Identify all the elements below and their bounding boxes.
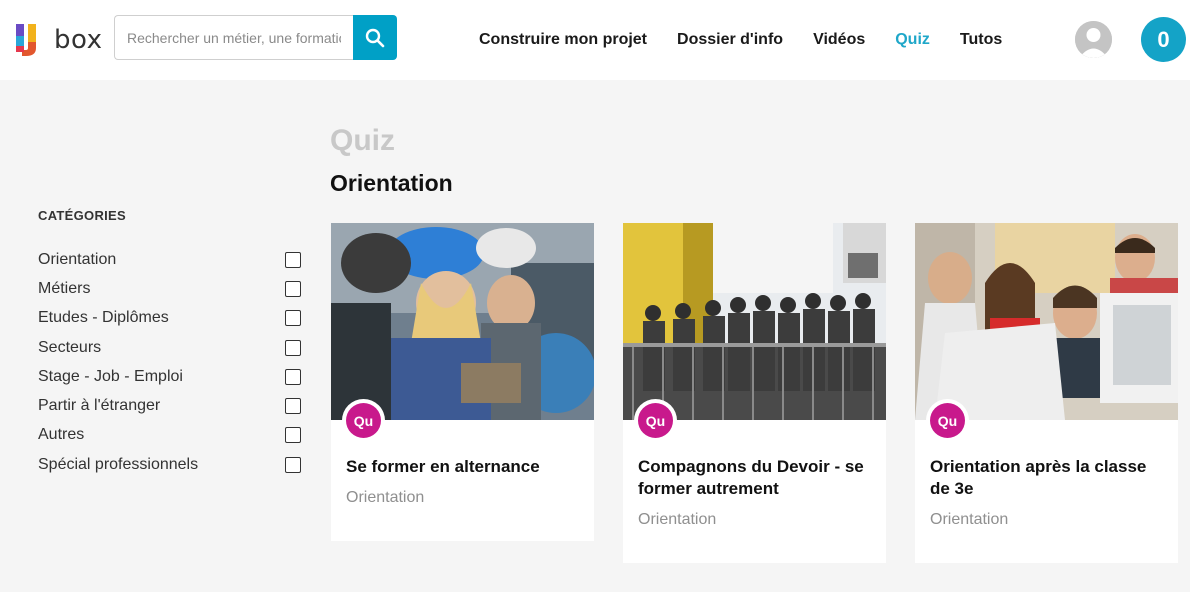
category-etudes-diplomes[interactable]: Etudes - Diplômes <box>38 304 302 333</box>
category-label: Etudes - Diplômes <box>38 309 169 327</box>
category-checkbox[interactable] <box>285 280 301 297</box>
category-partir-etranger[interactable]: Partir à l'étranger <box>38 391 302 420</box>
quiz-card[interactable]: Qu Compagnons du Devoir - se former autr… <box>623 223 886 563</box>
category-checkbox[interactable] <box>285 368 301 385</box>
site-logo[interactable]: box <box>14 20 104 60</box>
card-category: Orientation <box>346 489 425 506</box>
category-orientation[interactable]: Orientation <box>38 245 302 274</box>
main-nav: Construire mon projet Dossier d'info Vid… <box>479 0 1032 80</box>
top-header: box Construire mon projet Dossier d'info… <box>0 0 1190 80</box>
categories-list: Orientation Métiers Etudes - Diplômes Se… <box>38 245 302 479</box>
card-image <box>623 223 886 420</box>
category-checkbox[interactable] <box>285 310 301 327</box>
search-input[interactable] <box>114 15 353 60</box>
page-subtitle: Orientation <box>330 170 453 196</box>
category-label: Spécial professionnels <box>38 455 199 473</box>
quiz-badge: Qu <box>346 403 381 438</box>
category-label: Stage - Job - Emploi <box>38 367 183 385</box>
card-image <box>915 223 1178 420</box>
category-label: Partir à l'étranger <box>38 397 161 415</box>
workshop-image <box>331 223 594 420</box>
nav-construire-mon-projet[interactable]: Construire mon projet <box>479 31 647 49</box>
card-title[interactable]: Compagnons du Devoir - se former autreme… <box>638 456 871 500</box>
card-image <box>331 223 594 420</box>
category-label: Orientation <box>38 250 117 268</box>
category-checkbox[interactable] <box>285 456 301 473</box>
category-checkbox[interactable] <box>285 427 301 444</box>
category-autres[interactable]: Autres <box>38 421 302 450</box>
quiz-badge: Qu <box>930 403 965 438</box>
category-label: Secteurs <box>38 338 102 356</box>
nav-quiz[interactable]: Quiz <box>895 31 930 49</box>
user-avatar[interactable] <box>1075 21 1112 58</box>
category-label: Métiers <box>38 279 91 297</box>
user-icon <box>1075 21 1112 58</box>
card-title[interactable]: Se former en alternance <box>346 456 579 478</box>
page-title: Quiz <box>330 124 395 157</box>
cart-count-badge[interactable]: 0 <box>1141 17 1186 62</box>
card-category: Orientation <box>930 511 1009 528</box>
category-special-professionnels[interactable]: Spécial professionnels <box>38 450 302 479</box>
search-button[interactable] <box>353 15 397 60</box>
logo-icon <box>16 24 36 56</box>
category-secteurs[interactable]: Secteurs <box>38 333 302 362</box>
logo-text: box <box>54 25 103 55</box>
nav-dossier-info[interactable]: Dossier d'info <box>677 31 783 49</box>
students-computer-image <box>915 223 1178 420</box>
search-icon <box>365 28 385 47</box>
group-photo-image <box>623 223 886 420</box>
category-metiers[interactable]: Métiers <box>38 274 302 303</box>
quiz-card[interactable]: Qu Se former en alternance Orientation <box>331 223 594 541</box>
nav-videos[interactable]: Vidéos <box>813 31 865 49</box>
quiz-badge: Qu <box>638 403 673 438</box>
category-label: Autres <box>38 426 85 444</box>
quiz-card[interactable]: Qu Orientation après la classe de 3e Ori… <box>915 223 1178 563</box>
category-stage-job-emploi[interactable]: Stage - Job - Emploi <box>38 362 302 391</box>
category-checkbox[interactable] <box>285 398 301 415</box>
card-category: Orientation <box>638 511 717 528</box>
categories-title: CATÉGORIES <box>38 208 126 223</box>
category-checkbox[interactable] <box>285 251 301 268</box>
card-title[interactable]: Orientation après la classe de 3e <box>930 456 1163 500</box>
category-checkbox[interactable] <box>285 339 301 356</box>
nav-tutos[interactable]: Tutos <box>960 31 1002 49</box>
search-bar <box>114 15 397 60</box>
